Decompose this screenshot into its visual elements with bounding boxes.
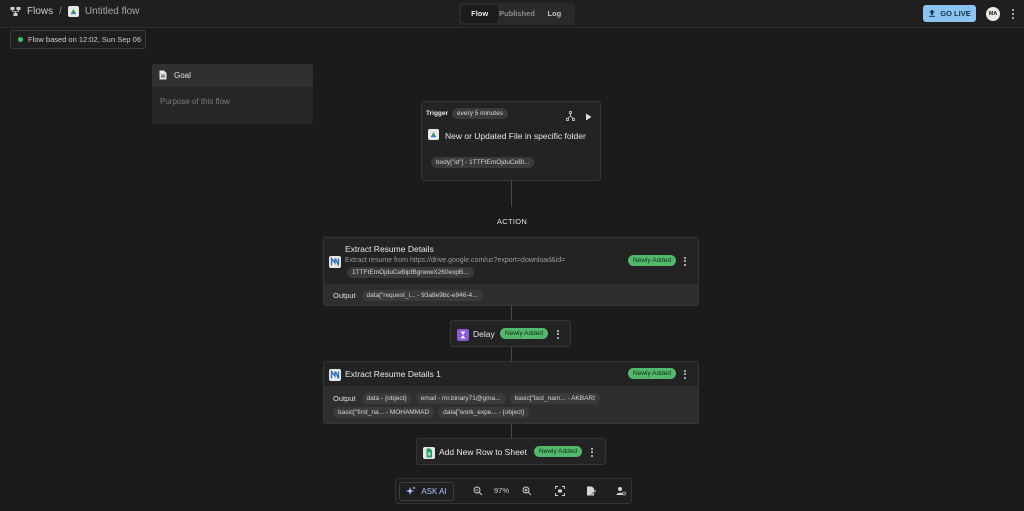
node-title: Add New Row to Sheet — [439, 447, 527, 457]
google-drive-icon — [428, 129, 439, 142]
user-settings-icon[interactable] — [614, 484, 628, 498]
node-menu-icon[interactable] — [682, 256, 688, 266]
connector-line — [511, 424, 512, 438]
node-menu-icon[interactable] — [682, 369, 688, 379]
newly-added-badge: Newly Added — [534, 446, 582, 457]
upload-icon — [928, 9, 936, 19]
node-title: Delay — [473, 329, 495, 339]
sparkle-icon — [406, 486, 416, 498]
node-id-chip[interactable]: 1TTFtEmOjduCeBlpfBgnwwX260expB... — [347, 267, 474, 278]
trigger-schedule-chip[interactable]: every 5 minutes — [452, 108, 508, 119]
tab-log[interactable]: Log — [536, 5, 573, 23]
flow-status-badge: Flow based on 12:02, Sun Sep 06 — [10, 30, 146, 49]
breadcrumb: Flows / Untitled flow — [10, 6, 139, 17]
connector-line — [511, 306, 512, 320]
newly-added-badge: Newly Added — [628, 368, 676, 379]
output-chip[interactable]: email - mr.binary71@gma... — [415, 393, 506, 404]
status-dot-icon — [18, 37, 23, 42]
document-icon — [159, 70, 167, 82]
connector-line — [511, 181, 512, 207]
node-title: Extract Resume Details 1 — [345, 369, 441, 379]
top-bar: Flows / Untitled flow Flow Published Log… — [0, 0, 1024, 28]
node-title: Extract Resume Details — [345, 244, 434, 254]
goal-input[interactable]: Purpose of this flow — [152, 87, 313, 116]
trigger-label: Trigger — [426, 110, 449, 117]
node-menu-icon[interactable] — [589, 447, 595, 457]
goal-title: Goal — [174, 71, 191, 80]
ask-ai-label: ASK AI — [421, 487, 447, 496]
canvas-toolbar: ASK AI 97% — [395, 478, 632, 504]
node-output-row: Output data["request_i... - 93a8e9bc-e94… — [324, 284, 698, 305]
avatar[interactable]: MA — [986, 7, 1000, 21]
zoom-in-icon[interactable] — [520, 484, 534, 498]
hourglass-icon — [457, 328, 469, 341]
extract-resume-card[interactable]: Extract Resume Details Extract resume fr… — [323, 237, 699, 306]
delay-card[interactable]: Delay Newly Added — [450, 320, 571, 347]
zoom-out-icon[interactable] — [471, 484, 485, 498]
connector-line — [511, 347, 512, 361]
flow-name[interactable]: Untitled flow — [85, 6, 139, 17]
node-menu-icon[interactable] — [555, 329, 561, 339]
goal-card: Goal Purpose of this flow — [152, 64, 313, 124]
output-chip[interactable]: basic["last_nam... - AKBARI — [509, 393, 600, 404]
tab-flow[interactable]: Flow — [461, 5, 499, 23]
output-chip[interactable]: data["work_expe... - {object} — [438, 407, 530, 418]
extract-resume-1-card[interactable]: Extract Resume Details 1 Newly Added Out… — [323, 361, 699, 424]
go-live-label: GO LIVE — [940, 9, 971, 18]
fit-view-icon[interactable] — [553, 484, 567, 498]
ask-ai-button[interactable]: ASK AI — [399, 482, 454, 501]
node-output-row: Output data - {object} email - mr.binary… — [324, 386, 698, 423]
node-subtitle: Extract resume from https://drive.google… — [345, 257, 566, 264]
add-row-sheet-card[interactable]: Add New Row to Sheet Newly Added — [416, 438, 606, 465]
google-drive-icon — [67, 6, 79, 17]
edit-document-icon[interactable] — [584, 484, 598, 498]
trigger-header: Trigger every 5 minutes — [426, 108, 508, 119]
fork-icon[interactable] — [565, 108, 576, 126]
app-logo-icon — [329, 368, 341, 381]
go-live-button[interactable]: GO LIVE — [923, 5, 976, 22]
action-heading: ACTION — [497, 217, 528, 226]
tab-published[interactable]: Published — [498, 5, 535, 23]
google-sheets-icon — [423, 446, 435, 459]
breadcrumb-flows-link[interactable]: Flows — [27, 6, 53, 17]
output-label: Output — [333, 394, 356, 403]
trigger-title: New or Updated File in specific folder — [445, 130, 586, 141]
output-chip[interactable]: data["request_i... - 93a8e9bc-e946-4... — [361, 290, 483, 301]
view-tabs: Flow Published Log — [459, 3, 575, 25]
more-options-icon[interactable] — [1010, 7, 1016, 21]
app-logo-icon — [329, 255, 341, 268]
trigger-card[interactable]: Trigger every 5 minutes New or Updated F… — [421, 101, 601, 181]
flow-status-text: Flow based on 12:02, Sun Sep 06 — [28, 35, 141, 44]
extract-resume-1-card-body: Extract Resume Details 1 Newly Added — [324, 362, 698, 386]
trigger-actions — [565, 108, 592, 126]
goal-header: Goal — [152, 64, 313, 87]
breadcrumb-separator: / — [59, 6, 62, 17]
zoom-level: 97% — [494, 486, 510, 495]
output-chip[interactable]: data - {object} — [361, 393, 412, 404]
flows-icon — [10, 6, 21, 17]
output-chip[interactable]: basic["first_na... - MOHAMMAD — [333, 407, 435, 418]
newly-added-badge: Newly Added — [500, 328, 548, 339]
play-icon[interactable] — [585, 108, 592, 126]
extract-resume-card-body: Extract Resume Details Extract resume fr… — [324, 238, 698, 284]
trigger-param-chip[interactable]: body["id"] - 1TTFtEmOjduCeBl... — [431, 157, 535, 168]
trigger-title-row: New or Updated File in specific folder — [428, 129, 586, 142]
newly-added-badge: Newly Added — [628, 255, 676, 266]
output-label: Output — [333, 291, 356, 300]
